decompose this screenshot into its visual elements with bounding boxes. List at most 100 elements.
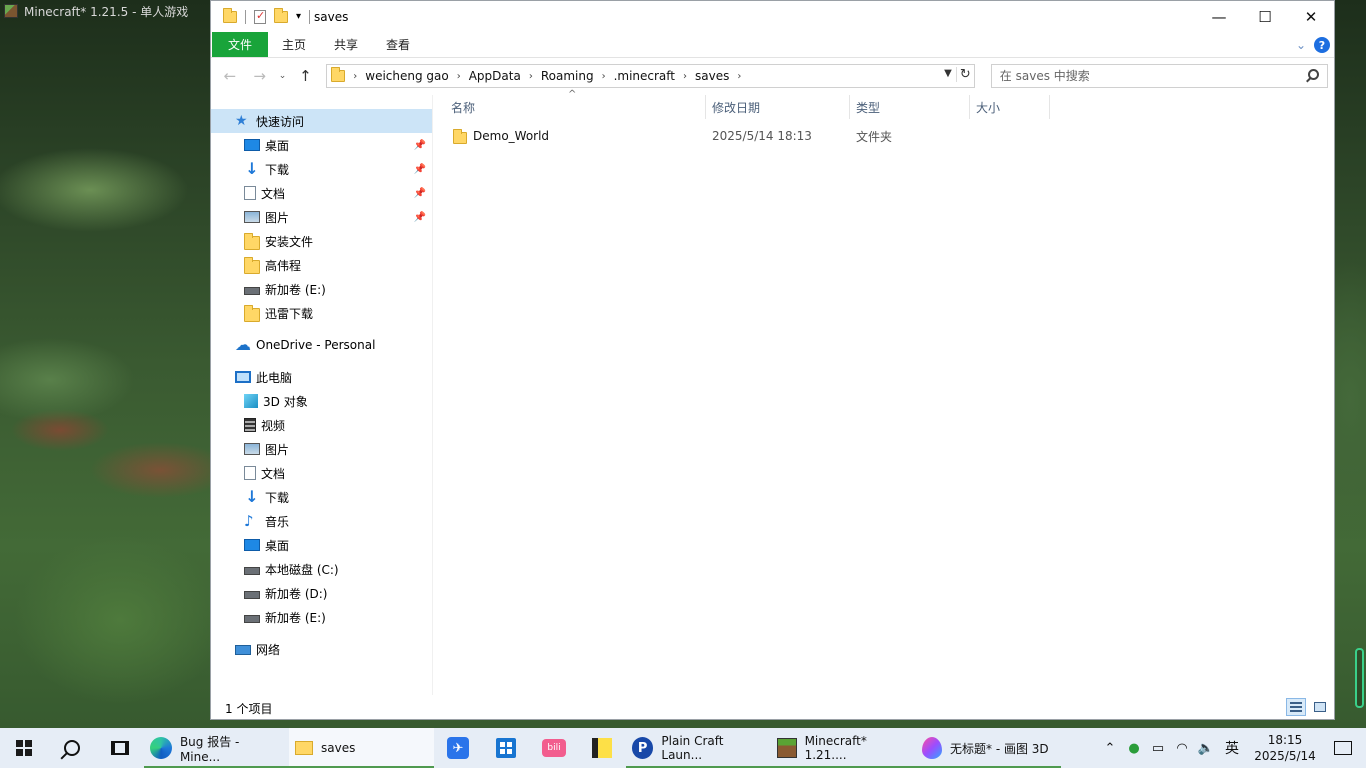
nav-quick-access[interactable]: ★ 快速访问 [211,109,432,133]
nav-onedrive[interactable]: ☁ OneDrive - Personal [211,333,432,357]
volume-icon[interactable]: 🔈 [1194,728,1218,768]
column-header-type[interactable]: 类型 [856,99,880,116]
system-tray: ⌃ ● ▭ ◠ 🔈 英 18:15 2025/5/14 [1098,728,1366,768]
pin-icon[interactable]: 📌 [414,188,426,199]
nav-pc-documents[interactable]: 文档 [211,461,432,485]
column-divider[interactable] [849,95,850,119]
new-folder-icon[interactable] [274,7,288,23]
search-box[interactable] [990,64,1329,88]
nav-quick-pictures[interactable]: 图片 📌 [211,205,432,229]
breadcrumb-separator-icon[interactable]: › [353,71,357,82]
column-header-size[interactable]: 大小 [976,99,1000,116]
nav-quick-downloads[interactable]: ↓ 下载 📌 [211,157,432,181]
taskbar-app-pcl[interactable]: P Plain Craft Laun... [626,728,771,768]
breadcrumb-separator-icon[interactable]: › [602,71,606,82]
up-arrow-icon[interactable]: ↑ [292,67,318,85]
taskbar-app-label: saves [321,741,356,755]
nav-pc-3d-objects[interactable]: 3D 对象 [211,389,432,413]
expand-ribbon-chevron-icon[interactable]: ⌄ [1296,38,1306,52]
bilibili-icon: bili [542,739,566,757]
clock[interactable]: 18:15 2025/5/14 [1246,732,1324,764]
breadcrumb-separator-icon[interactable]: › [457,71,461,82]
taskbar-pinned-bilibili[interactable]: bili [530,728,578,768]
taskbar-app-minecraft[interactable]: Minecraft* 1.21.... [771,728,916,768]
pictures-icon [244,443,260,455]
clock-date: 2025/5/14 [1254,749,1316,763]
battery-icon[interactable]: ▭ [1146,728,1170,768]
tab-file[interactable]: 文件 [212,32,269,57]
window-titlebar[interactable]: ▾ saves — ☐ ✕ [211,1,1334,32]
minimize-button[interactable]: — [1196,1,1242,32]
taskbar-app-edge[interactable]: Bug 报告 - Mine... [144,728,289,768]
pin-icon[interactable]: 📌 [414,140,426,151]
nav-pc-drive-c[interactable]: 本地磁盘 (C:) [211,557,432,581]
taskbar-search-button[interactable] [48,728,96,768]
tab-home[interactable]: 主页 [268,32,320,57]
nav-this-pc[interactable]: 此电脑 [211,365,432,389]
nav-pc-music[interactable]: ♪ 音乐 [211,509,432,533]
column-divider[interactable] [705,95,706,119]
nav-pc-downloads[interactable]: ↓ 下载 [211,485,432,509]
maximize-button[interactable]: ☐ [1242,1,1288,32]
minecraft-titlebar[interactable]: Minecraft* 1.21.5 - 单人游戏 [0,0,210,22]
column-divider[interactable] [969,95,970,119]
nav-quick-desktop[interactable]: 桌面 📌 [211,133,432,157]
nav-quick-install-files[interactable]: 安装文件 [211,229,432,253]
taskbar-pinned-store[interactable] [482,728,530,768]
customize-toolbar-chevron-icon[interactable]: ▾ [296,11,301,22]
back-arrow-icon[interactable]: ← [217,67,243,85]
breadcrumb-separator-icon[interactable]: › [683,71,687,82]
wifi-icon[interactable]: ◠ [1170,728,1194,768]
breadcrumb-appdata[interactable]: AppData [469,69,521,83]
large-icons-view-button[interactable] [1310,698,1330,716]
search-input[interactable] [999,69,1300,83]
address-history-chevron-icon[interactable]: ▼ [944,68,952,79]
close-button[interactable]: ✕ [1288,1,1334,32]
recent-locations-chevron-icon[interactable]: ⌄ [277,71,289,81]
nav-quick-documents[interactable]: 文档 📌 [211,181,432,205]
task-view-button[interactable] [96,728,144,768]
column-header-name[interactable]: 名称 [451,99,475,116]
details-view-button[interactable] [1286,698,1306,716]
breadcrumb-minecraft[interactable]: .minecraft [614,69,675,83]
breadcrumb-saves[interactable]: saves [695,69,729,83]
nav-pc-drive-e[interactable]: 新加卷 (E:) [211,605,432,629]
taskbar-app-explorer[interactable]: saves [289,728,434,768]
column-header-modified[interactable]: 修改日期 [712,99,760,116]
pin-icon[interactable]: 📌 [414,212,426,223]
input-method-indicator[interactable]: 英 [1218,728,1246,768]
file-row[interactable]: Demo_World 2025/5/14 18:13 文件夹 [453,125,1033,147]
nav-quick-drive-e[interactable]: 新加卷 (E:) [211,277,432,301]
breadcrumb-separator-icon[interactable]: › [737,71,741,82]
search-icon[interactable] [1308,69,1320,80]
breadcrumb-roaming[interactable]: Roaming [541,69,594,83]
breadcrumb-user[interactable]: weicheng gao [365,69,448,83]
taskbar-pinned-sticky-notes[interactable] [578,728,626,768]
breadcrumb-separator-icon[interactable]: › [529,71,533,82]
taskbar-app-paint3d[interactable]: 无标题* - 画图 3D [916,728,1061,768]
tab-view[interactable]: 查看 [372,32,424,57]
nav-pc-videos[interactable]: 视频 [211,413,432,437]
refresh-icon[interactable]: ↻ [955,67,971,82]
address-bar[interactable]: › weicheng gao › AppData › Roaming › .mi… [326,64,975,88]
properties-icon[interactable] [254,9,266,24]
search-icon [64,740,80,756]
tab-share[interactable]: 共享 [320,32,372,57]
nav-quick-user-folder[interactable]: 高伟程 [211,253,432,277]
clock-time: 18:15 [1267,733,1303,747]
help-icon[interactable]: ? [1314,37,1330,53]
forward-arrow-icon[interactable]: → [247,67,273,85]
nav-pc-drive-d[interactable]: 新加卷 (D:) [211,581,432,605]
pin-icon[interactable]: 📌 [414,164,426,175]
nav-quick-thunder-downloads[interactable]: 迅雷下载 [211,301,432,325]
nav-pc-pictures[interactable]: 图片 [211,437,432,461]
column-divider[interactable] [1049,95,1050,119]
start-button[interactable] [0,728,48,768]
tray-app-icon[interactable]: ● [1122,728,1146,768]
taskbar-pinned-feishu[interactable]: ✈ [434,728,482,768]
window-title: saves [314,9,349,24]
nav-network[interactable]: 网络 [211,637,432,661]
notification-center-icon[interactable] [1334,741,1352,755]
show-hidden-icons-chevron-icon[interactable]: ⌃ [1098,728,1122,768]
nav-pc-desktop[interactable]: 桌面 [211,533,432,557]
